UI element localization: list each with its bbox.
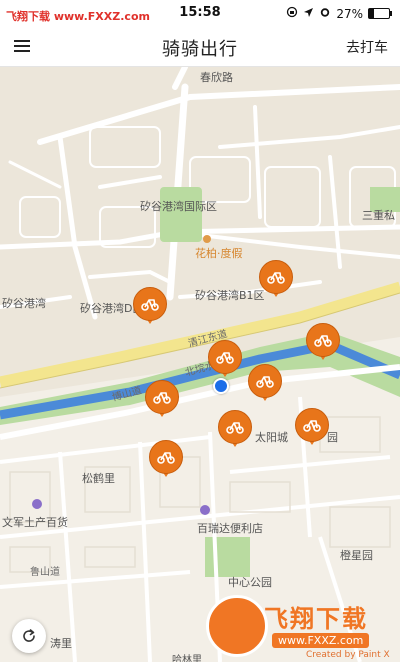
status-icons: 27% — [286, 6, 392, 21]
map-label-chenghuang: 橙星园 — [340, 549, 373, 562]
map-label-lushan: 鲁山道 — [30, 567, 60, 578]
bike-icon — [153, 392, 171, 404]
watermark-text: 飞翔下载 — [264, 605, 368, 633]
bike-marker-circle — [145, 380, 179, 414]
map-label-bairuida: 百瑞达便利店 — [197, 522, 263, 535]
location-arrow-icon — [303, 7, 314, 21]
watermark-logo — [206, 595, 268, 657]
bike-icon — [226, 422, 244, 434]
map-label-gangwan: 矽谷港湾 — [2, 297, 46, 310]
bike-marker-circle — [306, 323, 340, 357]
hail-taxi-button[interactable]: 去打车 — [346, 37, 388, 57]
map-label-taiyang: 太阳城 — [255, 431, 288, 444]
bike-marker-circle — [208, 340, 242, 374]
map-label-songhe: 松鹤里 — [82, 472, 115, 485]
map-label-sanzhong: 三重私 — [362, 209, 395, 222]
bike-marker-circle — [248, 364, 282, 398]
map-label-huabo: 花柏·度假 — [195, 247, 243, 260]
map-label-gangwan-b1: 矽谷港湾B1区 — [195, 289, 265, 302]
map-label-central-park: 中心公园 — [228, 576, 272, 589]
bike-marker[interactable] — [133, 287, 167, 327]
battery-level-fill — [369, 9, 375, 18]
bike-marker[interactable] — [208, 340, 242, 380]
bike-icon — [256, 376, 274, 388]
map-label-tao: 涛里 — [50, 637, 72, 650]
bike-marker[interactable] — [259, 260, 293, 300]
bike-icon — [314, 335, 332, 347]
bike-marker[interactable] — [248, 364, 282, 404]
map-view[interactable]: 春欣路 矽谷港湾国际区 三重私 花柏·度假 矽谷港湾 矽谷港湾D区 矽谷港湾B1… — [0, 67, 400, 662]
map-label-wenjun: 文军土产百货 — [2, 516, 68, 529]
bike-marker[interactable] — [218, 410, 252, 450]
bike-icon — [216, 352, 234, 364]
map-label-road: 春欣路 — [200, 71, 233, 84]
watermark-url: www.FXXZ.com — [272, 633, 370, 648]
lock-rotation-icon — [286, 6, 298, 21]
bike-icon — [141, 299, 159, 311]
bike-marker[interactable] — [145, 380, 179, 420]
bike-marker-circle — [259, 260, 293, 294]
bike-marker-circle — [295, 408, 329, 442]
bike-marker[interactable] — [149, 440, 183, 480]
user-location-dot — [213, 378, 229, 394]
bike-marker-circle — [133, 287, 167, 321]
bike-icon — [157, 452, 175, 464]
battery-percent: 27% — [336, 6, 363, 21]
battery-icon — [368, 8, 392, 19]
page-title: 骑骑出行 — [162, 39, 238, 60]
bike-marker-circle — [218, 410, 252, 444]
map-label-district: 矽谷港湾国际区 — [140, 200, 217, 213]
bike-marker[interactable] — [306, 323, 340, 363]
bike-marker-circle — [149, 440, 183, 474]
watermark-credit: Created by Paint X — [306, 650, 390, 660]
alarm-icon — [319, 6, 331, 21]
refresh-button[interactable] — [12, 619, 46, 653]
bike-marker[interactable] — [295, 408, 329, 448]
bike-icon — [267, 272, 285, 284]
nav-bar: 骑骑出行 去打车 — [0, 28, 400, 67]
status-bar: 飞翔下载 www.FXXZ.com 15:58 27% — [0, 0, 400, 28]
bike-icon — [303, 420, 321, 432]
refresh-icon — [23, 629, 35, 642]
map-label-bottom: 哈林里 — [172, 655, 202, 662]
